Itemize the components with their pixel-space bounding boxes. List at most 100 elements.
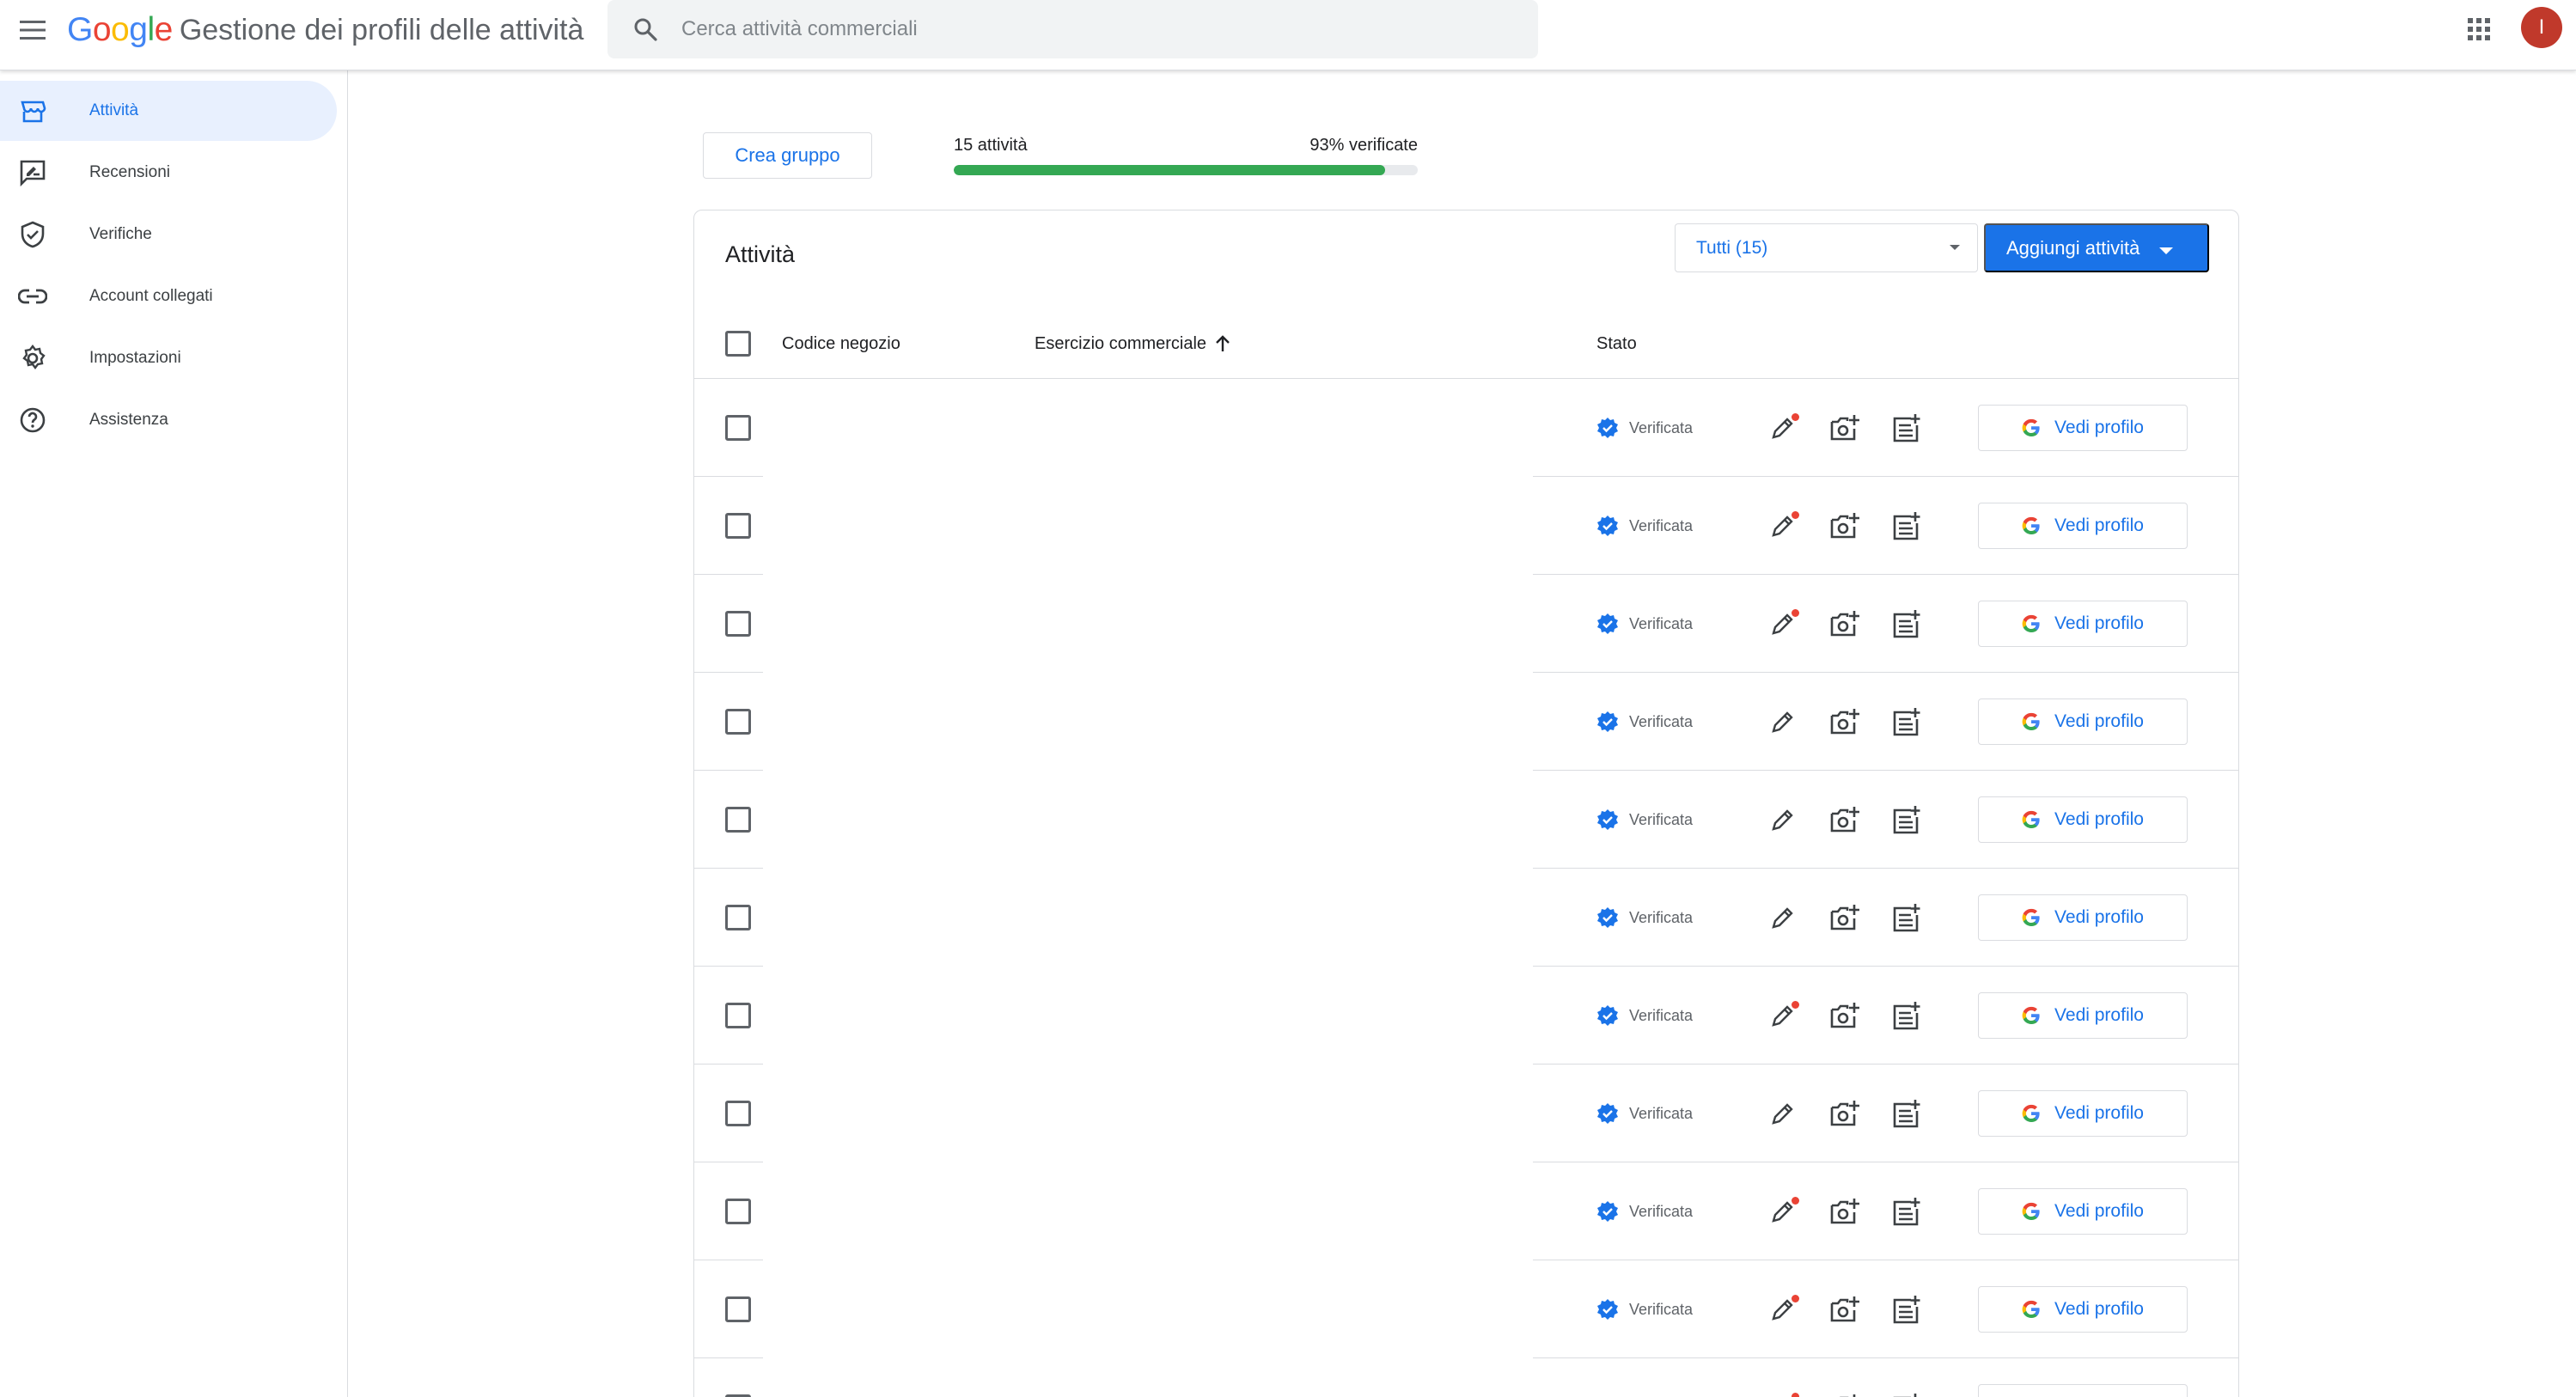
- view-profile-button[interactable]: Vedi profilo: [1978, 601, 2188, 647]
- row-checkbox[interactable]: [725, 709, 751, 735]
- add-post-button[interactable]: [1889, 997, 1925, 1034]
- row-checkbox[interactable]: [725, 1296, 751, 1322]
- add-post-button[interactable]: [1889, 1095, 1925, 1132]
- view-profile-button[interactable]: Vedi profilo: [1978, 894, 2188, 941]
- search-input[interactable]: [681, 9, 1506, 50]
- add-photo-button[interactable]: [1827, 1389, 1863, 1397]
- sidebar-item-verifiche[interactable]: Verifiche: [0, 204, 337, 265]
- view-profile-button[interactable]: Vedi profilo: [1978, 1090, 2188, 1137]
- edit-profile-button[interactable]: [1765, 704, 1801, 740]
- storefront-icon: [17, 95, 48, 126]
- help-icon: [17, 405, 48, 436]
- add-photo-button[interactable]: [1827, 802, 1863, 838]
- filter-value: Tutti (15): [1696, 237, 1768, 258]
- row-checkbox[interactable]: [725, 611, 751, 637]
- view-profile-button[interactable]: Vedi profilo: [1978, 796, 2188, 843]
- add-post-button[interactable]: [1889, 704, 1925, 740]
- menu-icon[interactable]: [15, 13, 50, 47]
- row-checkbox[interactable]: [725, 415, 751, 441]
- add-photo-button[interactable]: [1827, 606, 1863, 642]
- edit-profile-button[interactable]: [1765, 802, 1801, 838]
- view-profile-button[interactable]: Vedi profilo: [1978, 1188, 2188, 1235]
- edit-profile-button[interactable]: [1765, 508, 1801, 544]
- notification-dot: [1792, 413, 1799, 421]
- edit-profile-button[interactable]: [1765, 1389, 1801, 1397]
- edit-profile-button[interactable]: [1765, 1193, 1801, 1229]
- notification-dot: [1792, 609, 1799, 617]
- column-store-code[interactable]: Codice negozio: [782, 308, 900, 379]
- add-post-button[interactable]: [1889, 1291, 1925, 1327]
- avatar[interactable]: I: [2521, 7, 2562, 48]
- sidebar-item-label: Recensioni: [89, 163, 170, 181]
- add-photo-button[interactable]: [1827, 1291, 1863, 1327]
- search-icon[interactable]: [630, 14, 661, 45]
- add-post-icon: [1893, 610, 1920, 638]
- view-profile-button[interactable]: Vedi profilo: [1978, 1286, 2188, 1333]
- shield-check-icon: [17, 219, 48, 250]
- status-text: Verificata: [1629, 614, 1694, 632]
- sidebar-item-assistenza[interactable]: Assistenza: [0, 390, 337, 450]
- view-profile-button[interactable]: Vedi profilo: [1978, 698, 2188, 745]
- edit-profile-button[interactable]: [1765, 1291, 1801, 1327]
- add-post-button[interactable]: [1889, 508, 1925, 544]
- add-post-button[interactable]: [1889, 1389, 1925, 1397]
- add-post-button[interactable]: [1889, 900, 1925, 936]
- apps-grid-icon[interactable]: [2462, 12, 2496, 46]
- view-profile-button[interactable]: Vedi profilo: [1978, 1384, 2188, 1397]
- view-profile-button[interactable]: Vedi profilo: [1978, 405, 2188, 451]
- row-checkbox[interactable]: [725, 1199, 751, 1224]
- add-photo-button[interactable]: [1827, 704, 1863, 740]
- view-profile-label: Vedi profilo: [2054, 1201, 2144, 1221]
- add-photo-button[interactable]: [1827, 1193, 1863, 1229]
- create-group-button[interactable]: Crea gruppo: [703, 132, 872, 179]
- verified-icon: [1597, 711, 1618, 732]
- add-post-button[interactable]: [1889, 802, 1925, 838]
- sidebar-item-impostazioni[interactable]: Impostazioni: [0, 328, 337, 388]
- row-checkbox[interactable]: [725, 807, 751, 833]
- sidebar-item-account-collegati[interactable]: Account collegati: [0, 266, 337, 326]
- table-row: Verificata Vedi profilo: [694, 1358, 2238, 1397]
- edit-profile-button[interactable]: [1765, 900, 1801, 936]
- view-profile-button[interactable]: Vedi profilo: [1978, 503, 2188, 549]
- view-profile-button[interactable]: Vedi profilo: [1978, 992, 2188, 1039]
- edit-profile-button[interactable]: [1765, 410, 1801, 446]
- row-checkbox[interactable]: [725, 905, 751, 930]
- sidebar-item-attivita[interactable]: Attività: [0, 81, 337, 141]
- edit-profile-button[interactable]: [1765, 606, 1801, 642]
- add-post-button[interactable]: [1889, 1193, 1925, 1229]
- table-row: Verificata Vedi profilo: [694, 1065, 2238, 1162]
- notification-dot: [1792, 1393, 1799, 1397]
- sidebar-item-label: Assistenza: [89, 411, 168, 429]
- add-post-button[interactable]: [1889, 606, 1925, 642]
- verified-icon: [1597, 1005, 1618, 1026]
- status-text: Verificata: [1629, 712, 1694, 730]
- add-photo-button[interactable]: [1827, 410, 1863, 446]
- edit-profile-button[interactable]: [1765, 1095, 1801, 1132]
- add-photo-button[interactable]: [1827, 1095, 1863, 1132]
- sidebar-item-recensioni[interactable]: Recensioni: [0, 143, 337, 203]
- row-checkbox[interactable]: [725, 513, 751, 539]
- link-icon: [17, 281, 48, 312]
- verified-icon: [1597, 1201, 1618, 1222]
- add-post-icon: [1893, 1394, 1917, 1397]
- view-profile-label: Vedi profilo: [2054, 418, 2144, 437]
- google-logo[interactable]: Google: [67, 11, 173, 49]
- add-business-button[interactable]: Aggiungi attività: [1984, 223, 2209, 272]
- table-row: Verificata Vedi profilo: [694, 477, 2238, 575]
- add-photo-button[interactable]: [1827, 900, 1863, 936]
- pencil-icon: [1772, 809, 1793, 831]
- add-photo-button[interactable]: [1827, 508, 1863, 544]
- filter-select[interactable]: Tutti (15): [1675, 223, 1978, 272]
- notification-dot: [1792, 1295, 1799, 1302]
- status-badge: Verificata: [1596, 415, 1693, 441]
- row-checkbox[interactable]: [725, 1101, 751, 1126]
- column-status[interactable]: Stato: [1596, 308, 1637, 379]
- row-checkbox[interactable]: [725, 1003, 751, 1028]
- add-post-button[interactable]: [1889, 410, 1925, 446]
- column-business[interactable]: Esercizio commerciale: [1035, 308, 1230, 379]
- edit-profile-button[interactable]: [1765, 997, 1801, 1034]
- status-badge: Verificata: [1596, 905, 1693, 930]
- businesses-card: Attività Tutti (15) Aggiungi attività Co…: [693, 210, 2239, 1397]
- add-photo-button[interactable]: [1827, 997, 1863, 1034]
- select-all-checkbox[interactable]: [725, 331, 751, 357]
